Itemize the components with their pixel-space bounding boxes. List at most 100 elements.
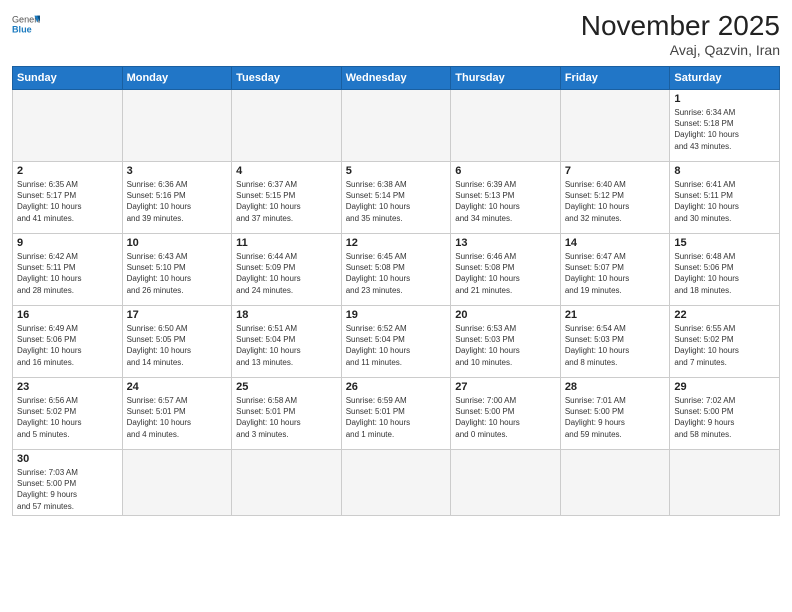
calendar-cell: 16 Sunrise: 6:49 AM Sunset: 5:06 PM Dayli… (13, 306, 123, 378)
calendar-cell: 22 Sunrise: 6:55 AM Sunset: 5:02 PM Dayli… (670, 306, 780, 378)
day-info: Sunrise: 7:00 AM Sunset: 5:00 PM Dayligh… (455, 395, 556, 440)
svg-text:Blue: Blue (12, 24, 32, 34)
calendar-cell (122, 450, 232, 516)
day-number: 23 (17, 381, 118, 393)
day-info: Sunrise: 6:46 AM Sunset: 5:08 PM Dayligh… (455, 251, 556, 296)
calendar-cell: 28 Sunrise: 7:01 AM Sunset: 5:00 PM Dayli… (560, 378, 670, 450)
day-number: 15 (674, 237, 775, 249)
calendar-cell (341, 90, 451, 162)
day-info: Sunrise: 6:49 AM Sunset: 5:06 PM Dayligh… (17, 323, 118, 368)
weekday-tuesday: Tuesday (232, 67, 342, 90)
day-number: 24 (127, 381, 228, 393)
day-number: 5 (346, 165, 447, 177)
weekday-monday: Monday (122, 67, 232, 90)
day-info: Sunrise: 6:55 AM Sunset: 5:02 PM Dayligh… (674, 323, 775, 368)
day-number: 19 (346, 309, 447, 321)
calendar-cell: 17 Sunrise: 6:50 AM Sunset: 5:05 PM Dayli… (122, 306, 232, 378)
calendar-cell (122, 90, 232, 162)
day-info: Sunrise: 7:01 AM Sunset: 5:00 PM Dayligh… (565, 395, 666, 440)
day-number: 18 (236, 309, 337, 321)
day-number: 4 (236, 165, 337, 177)
day-info: Sunrise: 6:40 AM Sunset: 5:12 PM Dayligh… (565, 179, 666, 224)
day-number: 13 (455, 237, 556, 249)
header: General Blue November 2025 Avaj, Qazvin,… (12, 10, 780, 58)
calendar-cell: 23 Sunrise: 6:56 AM Sunset: 5:02 PM Dayli… (13, 378, 123, 450)
day-number: 21 (565, 309, 666, 321)
day-info: Sunrise: 6:38 AM Sunset: 5:14 PM Dayligh… (346, 179, 447, 224)
weekday-friday: Friday (560, 67, 670, 90)
calendar-cell: 12 Sunrise: 6:45 AM Sunset: 5:08 PM Dayli… (341, 234, 451, 306)
calendar-cell: 25 Sunrise: 6:58 AM Sunset: 5:01 PM Dayli… (232, 378, 342, 450)
weekday-thursday: Thursday (451, 67, 561, 90)
calendar-cell: 2 Sunrise: 6:35 AM Sunset: 5:17 PM Daylig… (13, 162, 123, 234)
calendar-cell: 26 Sunrise: 6:59 AM Sunset: 5:01 PM Dayli… (341, 378, 451, 450)
day-info: Sunrise: 6:47 AM Sunset: 5:07 PM Dayligh… (565, 251, 666, 296)
location: Avaj, Qazvin, Iran (581, 42, 780, 58)
calendar-cell: 5 Sunrise: 6:38 AM Sunset: 5:14 PM Daylig… (341, 162, 451, 234)
calendar-cell (560, 450, 670, 516)
day-info: Sunrise: 6:37 AM Sunset: 5:15 PM Dayligh… (236, 179, 337, 224)
day-number: 11 (236, 237, 337, 249)
day-number: 26 (346, 381, 447, 393)
day-info: Sunrise: 6:48 AM Sunset: 5:06 PM Dayligh… (674, 251, 775, 296)
weekday-saturday: Saturday (670, 67, 780, 90)
day-number: 14 (565, 237, 666, 249)
calendar-cell: 20Sunrise: 6:53 AM Sunset: 5:03 PM Dayli… (451, 306, 561, 378)
day-info: Sunrise: 6:56 AM Sunset: 5:02 PM Dayligh… (17, 395, 118, 440)
title-block: November 2025 Avaj, Qazvin, Iran (581, 10, 780, 58)
calendar-cell: 14 Sunrise: 6:47 AM Sunset: 5:07 PM Dayli… (560, 234, 670, 306)
calendar-cell (13, 90, 123, 162)
day-number: 20 (455, 309, 556, 321)
calendar-cell (560, 90, 670, 162)
calendar-cell (670, 450, 780, 516)
day-info: Sunrise: 6:57 AM Sunset: 5:01 PM Dayligh… (127, 395, 228, 440)
calendar-cell: 15 Sunrise: 6:48 AM Sunset: 5:06 PM Dayli… (670, 234, 780, 306)
calendar-cell: 21 Sunrise: 6:54 AM Sunset: 5:03 PM Dayli… (560, 306, 670, 378)
day-number: 30 (17, 453, 118, 465)
calendar-cell: 11Sunrise: 6:44 AM Sunset: 5:09 PM Dayli… (232, 234, 342, 306)
day-info: Sunrise: 6:51 AM Sunset: 5:04 PM Dayligh… (236, 323, 337, 368)
day-number: 28 (565, 381, 666, 393)
day-number: 12 (346, 237, 447, 249)
day-number: 8 (674, 165, 775, 177)
weekday-sunday: Sunday (13, 67, 123, 90)
day-info: Sunrise: 6:36 AM Sunset: 5:16 PM Dayligh… (127, 179, 228, 224)
day-number: 2 (17, 165, 118, 177)
day-info: Sunrise: 7:02 AM Sunset: 5:00 PM Dayligh… (674, 395, 775, 440)
calendar-cell: 3Sunrise: 6:36 AM Sunset: 5:16 PM Daylig… (122, 162, 232, 234)
calendar-cell: 29Sunrise: 7:02 AM Sunset: 5:00 PM Dayli… (670, 378, 780, 450)
day-number: 16 (17, 309, 118, 321)
calendar-cell: 6 Sunrise: 6:39 AM Sunset: 5:13 PM Daylig… (451, 162, 561, 234)
logo: General Blue (12, 10, 40, 38)
day-info: Sunrise: 6:58 AM Sunset: 5:01 PM Dayligh… (236, 395, 337, 440)
calendar-cell: 9Sunrise: 6:42 AM Sunset: 5:11 PM Daylig… (13, 234, 123, 306)
calendar-cell (232, 450, 342, 516)
day-number: 7 (565, 165, 666, 177)
logo-icon: General Blue (12, 10, 40, 38)
calendar-cell: 4 Sunrise: 6:37 AM Sunset: 5:15 PM Daylig… (232, 162, 342, 234)
calendar-table: SundayMondayTuesdayWednesdayThursdayFrid… (12, 66, 780, 516)
calendar-cell: 30Sunrise: 7:03 AM Sunset: 5:00 PM Dayli… (13, 450, 123, 516)
weekday-wednesday: Wednesday (341, 67, 451, 90)
day-info: Sunrise: 6:41 AM Sunset: 5:11 PM Dayligh… (674, 179, 775, 224)
day-number: 22 (674, 309, 775, 321)
day-number: 27 (455, 381, 556, 393)
calendar-cell: 24 Sunrise: 6:57 AM Sunset: 5:01 PM Dayli… (122, 378, 232, 450)
calendar-cell (341, 450, 451, 516)
day-info: Sunrise: 6:54 AM Sunset: 5:03 PM Dayligh… (565, 323, 666, 368)
day-info: Sunrise: 6:42 AM Sunset: 5:11 PM Dayligh… (17, 251, 118, 296)
day-info: Sunrise: 6:59 AM Sunset: 5:01 PM Dayligh… (346, 395, 447, 440)
day-info: Sunrise: 6:50 AM Sunset: 5:05 PM Dayligh… (127, 323, 228, 368)
calendar-cell: 8 Sunrise: 6:41 AM Sunset: 5:11 PM Daylig… (670, 162, 780, 234)
day-info: Sunrise: 6:34 AM Sunset: 5:18 PM Dayligh… (674, 107, 775, 152)
day-number: 6 (455, 165, 556, 177)
weekday-header-row: SundayMondayTuesdayWednesdayThursdayFrid… (13, 67, 780, 90)
day-info: Sunrise: 6:35 AM Sunset: 5:17 PM Dayligh… (17, 179, 118, 224)
day-info: Sunrise: 6:45 AM Sunset: 5:08 PM Dayligh… (346, 251, 447, 296)
day-info: Sunrise: 6:39 AM Sunset: 5:13 PM Dayligh… (455, 179, 556, 224)
month-title: November 2025 (581, 10, 780, 42)
calendar-cell: 7 Sunrise: 6:40 AM Sunset: 5:12 PM Daylig… (560, 162, 670, 234)
day-number: 17 (127, 309, 228, 321)
day-number: 25 (236, 381, 337, 393)
calendar-cell: 18 Sunrise: 6:51 AM Sunset: 5:04 PM Dayli… (232, 306, 342, 378)
